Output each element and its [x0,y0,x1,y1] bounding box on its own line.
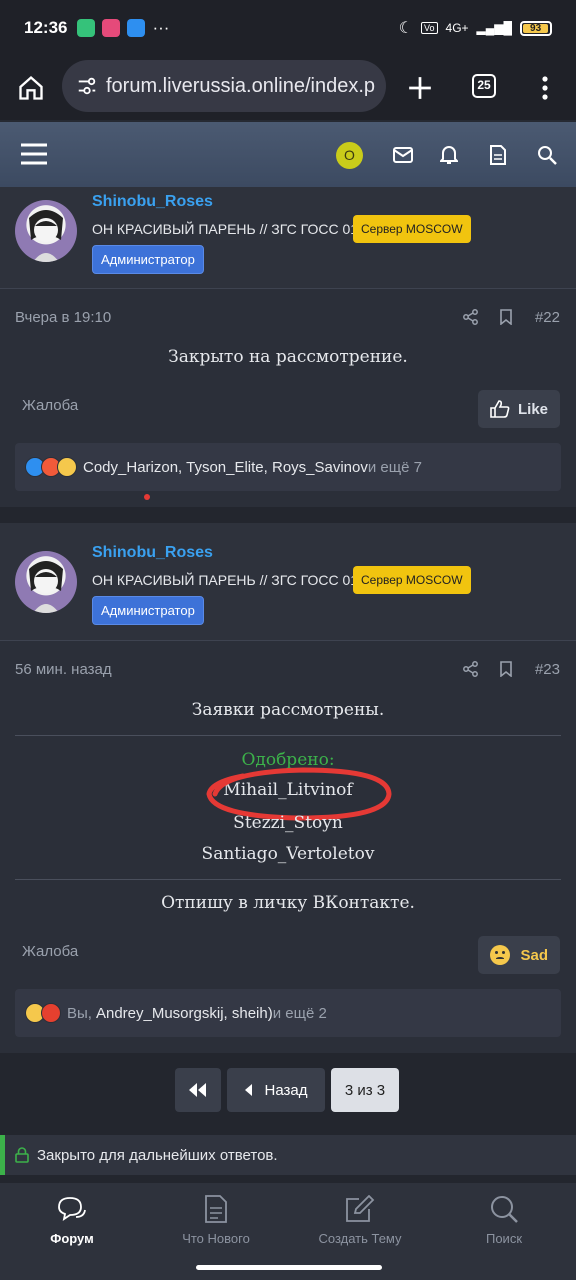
pagination: Назад 3 из 3 [175,1068,399,1112]
chevron-left-icon [244,1084,252,1096]
search-icon [491,1196,518,1223]
reaction-more[interactable]: и ещё 2 [273,1005,327,1022]
new-tab-icon[interactable] [407,75,433,101]
sad-face-icon [490,945,511,965]
more-notifications-icon: ··· [152,18,170,37]
user-title: ОН КРАСИВЫЙ ПАРЕНЬ // ЗГС ГОСС 01 [92,221,359,237]
search-icon[interactable] [537,145,557,165]
report-link[interactable]: Жалоба [22,397,78,414]
post: Shinobu_Roses ОН КРАСИВЫЙ ПАРЕНЬ // ЗГС … [0,187,576,507]
battery-icon: 93 [520,20,552,36]
reaction-users[interactable]: Andrey_Musorgskij, sheih) [96,1005,273,1022]
app-notification-icon [77,19,96,37]
lock-icon [15,1147,29,1163]
network-label: 4G+ [445,21,469,35]
approved-name: Stezzi_Stoyn [233,813,343,833]
post-divider [15,879,561,880]
avatar[interactable] [15,200,77,262]
document-icon[interactable] [490,145,506,165]
user-title: ОН КРАСИВЫЙ ПАРЕНЬ // ЗГС ГОСС 01 [92,572,359,588]
share-icon[interactable] [463,309,479,325]
tab-switcher-button[interactable]: 25 [472,74,496,98]
role-badge: Администратор [92,245,204,274]
forum-header: O [0,122,576,187]
sad-label: Sad [520,946,548,964]
username-link[interactable]: Shinobu_Roses [92,193,213,211]
server-badge: Сервер MOSCOW [353,566,471,594]
report-link[interactable]: Жалоба [22,943,78,960]
home-icon[interactable] [17,74,45,102]
status-bar: 12:36 ··· ☾ Vo 4G+ ▂▄▆█ 93 [0,0,576,56]
reactions-bar[interactable]: Cody_Harizon, Tyson_Elite, Roys_Savinov … [15,443,561,491]
first-page-button[interactable] [175,1068,221,1112]
signal-icon: ▂▄▆█ [476,21,512,35]
prev-page-label: Назад [264,1081,308,1099]
post-divider [15,735,561,736]
reaction-you: Вы, [67,1004,92,1022]
chat-icon [58,1197,86,1221]
username-link[interactable]: Shinobu_Roses [92,544,213,562]
unread-indicator [144,494,150,500]
document-icon [205,1195,227,1223]
tab-create-thread-label: Создать Тему [318,1231,402,1246]
clock: 12:36 [24,18,68,37]
tab-forum-label: Форум [50,1231,94,1246]
post-body-footer: Отпишу в личку ВКонтакте. [161,893,415,913]
bookmark-icon[interactable] [499,661,513,677]
menu-icon[interactable] [541,75,549,101]
reaction-more[interactable]: и ещё 7 [368,459,422,476]
volte-icon: Vo [421,22,438,34]
like-label: Like [517,400,548,418]
browser-toolbar: forum.liverussia.online/index.p 25 [0,56,576,120]
double-chevron-left-icon [189,1083,206,1097]
url-text: forum.liverussia.online/index.p [106,74,376,97]
angry-reaction-icon [41,1003,61,1023]
post-separator [0,507,576,523]
site-settings-icon[interactable] [76,75,98,97]
avatar[interactable] [15,551,77,613]
server-badge: Сервер MOSCOW [353,215,471,243]
tab-forum[interactable]: Форум [0,1183,144,1280]
closed-notice-text: Закрыто для дальнейших ответов. [37,1146,278,1164]
thread-closed-notice: Закрыто для дальнейших ответов. [0,1135,576,1175]
page-indicator[interactable]: 3 из 3 [331,1068,399,1112]
sad-reaction-button[interactable]: Sad [478,936,560,974]
post-number-link[interactable]: #22 [535,309,560,326]
post-body-heading: Заявки рассмотрены. [191,700,385,720]
tab-whats-new-label: Что Нового [182,1231,250,1246]
bookmark-icon[interactable] [499,309,513,325]
post-author-block: Shinobu_Roses ОН КРАСИВЫЙ ПАРЕНЬ // ЗГС … [0,187,576,289]
mail-icon[interactable] [393,147,413,163]
app-notification-icon [102,19,121,37]
wow-reaction-icon [57,457,77,477]
gesture-home-bar[interactable] [196,1265,382,1270]
thumbs-up-icon [490,400,510,418]
post-author-block: Shinobu_Roses ОН КРАСИВЫЙ ПАРЕНЬ // ЗГС … [0,523,576,641]
prev-page-button[interactable]: Назад [227,1068,325,1112]
role-badge: Администратор [92,596,204,625]
edit-icon [346,1195,375,1222]
tab-search[interactable]: Поиск [432,1183,576,1280]
share-icon[interactable] [463,661,479,677]
like-button[interactable]: Like [477,390,560,428]
hamburger-menu-icon[interactable] [20,142,48,166]
tab-search-label: Поиск [485,1231,523,1246]
post-number-link[interactable]: #23 [535,661,560,678]
post-body: Закрыто на рассмотрение. [168,347,408,367]
moon-icon: ☾ [398,20,413,37]
post-timestamp[interactable]: Вчера в 19:10 [15,309,111,326]
user-avatar[interactable]: O [336,142,363,169]
post: Shinobu_Roses ОН КРАСИВЫЙ ПАРЕНЬ // ЗГС … [0,523,576,1053]
reactions-bar[interactable]: Вы, Andrey_Musorgskij, sheih) и ещё 2 [15,989,561,1037]
post-timestamp[interactable]: 56 мин. назад [15,661,112,678]
url-field[interactable]: forum.liverussia.online/index.p [62,60,386,112]
reaction-users[interactable]: Cody_Harizon, Tyson_Elite, Roys_Savinov [83,459,368,476]
approved-name: Santiago_Vertoletov [201,844,375,864]
bell-icon[interactable] [440,145,458,165]
app-notification-icon [127,19,146,37]
